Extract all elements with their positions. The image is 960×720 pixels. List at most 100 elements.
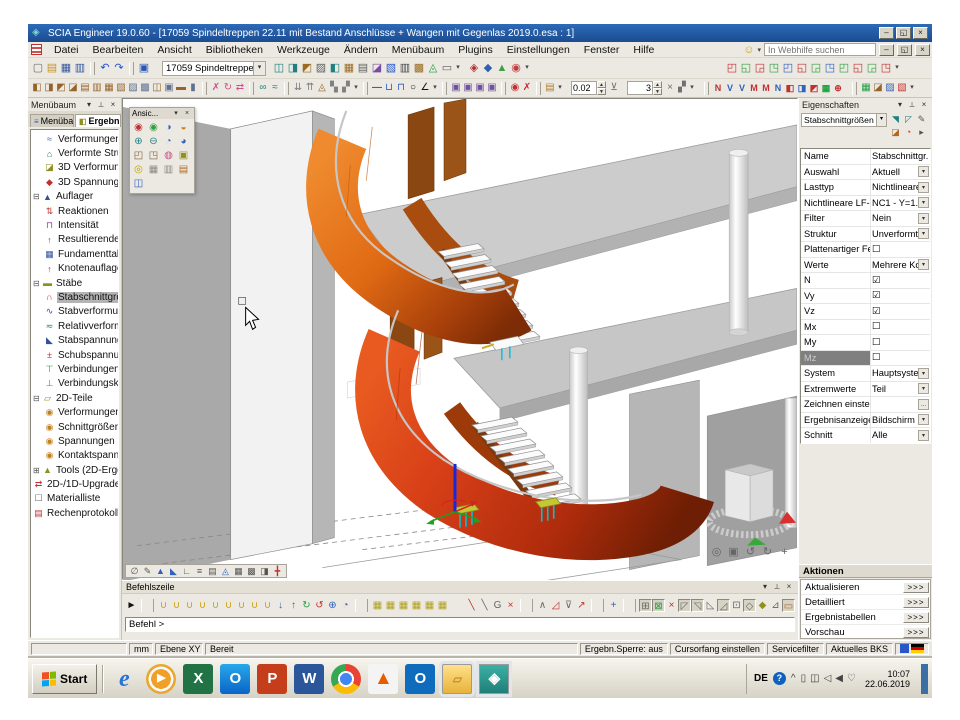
tool-icon[interactable]: — <box>371 81 383 95</box>
3d-scene[interactable] <box>123 99 797 580</box>
display-tool-icon[interactable]: ▦ <box>232 565 245 577</box>
view-tool-icon[interactable]: ⊕ <box>131 135 146 149</box>
tool-icon[interactable]: ◪ <box>370 61 384 75</box>
view-tool-icon[interactable]: ◲ <box>809 61 823 75</box>
menu-item[interactable]: Bearbeiten <box>86 43 151 57</box>
property-row[interactable]: Mz ☐ <box>801 351 930 367</box>
display-tool-icon[interactable]: ▲ <box>154 565 167 577</box>
tool-icon[interactable]: ▤ <box>544 81 556 95</box>
tool-icon[interactable]: ▾ <box>556 81 564 95</box>
property-dropdown-icon[interactable]: ▾ <box>918 228 929 239</box>
snap-tool-icon[interactable]: × <box>504 599 517 612</box>
tree-expander-icon[interactable]: ⊟ <box>33 279 42 288</box>
tool-icon[interactable]: ◫ <box>151 81 163 95</box>
3d-viewport[interactable]: Ansic... ▾× ◉◉◑◒⊕⊖◔◕◰◳◍▣◎▦▥▤◫ ∅✎▲◣∟≡▤◬▦▩… <box>122 98 798 580</box>
tool-icon[interactable]: ▮ <box>187 81 199 95</box>
property-dropdown-icon[interactable]: ▾ <box>918 414 929 425</box>
view-tool-icon[interactable]: ◍ <box>161 149 176 163</box>
display-tool-icon[interactable]: ▤ <box>206 565 219 577</box>
tree-item[interactable]: ⊓ Intensität <box>31 218 118 232</box>
tree-item[interactable]: ⊞ ▲ Tools (2D-Ergebnisse) <box>31 463 118 477</box>
zoom-icon[interactable]: ◎ <box>710 545 723 559</box>
display-tool-icon[interactable]: ✎ <box>141 565 154 577</box>
property-tool-icon[interactable]: ◪ <box>889 126 902 139</box>
display-tool-icon[interactable]: ∟ <box>180 565 193 577</box>
scia-engineer-icon[interactable]: ◈ <box>479 664 509 694</box>
display-tool-icon[interactable]: ∅ <box>128 565 141 577</box>
feedback-smiley-icon[interactable]: ☺ <box>743 44 754 56</box>
snap-tool-icon[interactable]: ▭ <box>782 599 795 612</box>
result-tool-icon[interactable]: V <box>724 81 736 95</box>
tree-item[interactable]: ± Schubspannung <box>31 348 118 362</box>
property-row[interactable]: Nichtlineare LF-Kombina... NC1 - Y=1.0 ▾ <box>801 196 930 212</box>
rotate-left-icon[interactable]: ↺ <box>744 545 757 559</box>
property-dropdown-icon[interactable]: ... <box>918 399 929 410</box>
property-value[interactable]: Nichtlineare L. <box>872 182 918 192</box>
tool-icon[interactable]: ✗ <box>521 81 533 95</box>
property-value[interactable]: Nein <box>872 213 918 223</box>
property-value[interactable]: ☐ <box>872 244 929 255</box>
status-current-ucs[interactable]: Aktuelles BKS <box>826 643 893 655</box>
property-row[interactable]: Vz ☑ <box>801 304 930 320</box>
view-toolbar-menu-icon[interactable]: ▾ <box>171 109 181 119</box>
view-toolbar-close-icon[interactable]: × <box>182 109 192 119</box>
tool-icon[interactable]: ◨ <box>43 81 55 95</box>
command-tool-icon[interactable]: ↻ <box>300 599 313 612</box>
view-tool-icon[interactable]: ▥ <box>161 163 176 177</box>
property-value[interactable]: ☐ <box>872 337 929 348</box>
tool-icon[interactable]: ▩ <box>412 61 426 75</box>
tool-icon[interactable]: ▥ <box>91 81 103 95</box>
command-tool-icon[interactable]: ∪ <box>157 599 170 612</box>
property-dropdown-icon[interactable]: ▾ <box>918 197 929 208</box>
language-indicator[interactable]: DE <box>754 673 768 684</box>
result-tool-icon[interactable]: N <box>712 81 724 95</box>
view-tool-icon[interactable]: ◱ <box>851 61 865 75</box>
tool-icon[interactable]: ∞ <box>257 81 269 95</box>
tree-item[interactable]: ⊤ Verbindungen <box>31 362 118 376</box>
tool-icon[interactable]: ◉ <box>509 61 523 75</box>
command-tool-icon[interactable]: ◔ <box>339 599 352 612</box>
property-dropdown-icon[interactable]: ▾ <box>918 430 929 441</box>
tray-health-icon[interactable]: ♡ <box>847 673 856 684</box>
command-tool-icon[interactable]: ▦ <box>436 599 449 612</box>
command-tool-icon[interactable]: ▦ <box>423 599 436 612</box>
pan-icon[interactable]: + <box>778 545 791 559</box>
property-value[interactable]: Unverformt <box>872 229 918 239</box>
result-tool-icon[interactable]: M <box>760 81 772 95</box>
view-tool-icon[interactable]: ◉ <box>146 121 161 135</box>
action-row[interactable]: Ergebnistabellen >>> <box>801 610 930 625</box>
view-tool-icon[interactable]: ◉ <box>131 121 146 135</box>
panel-pin-icon[interactable]: ┬ <box>772 582 782 592</box>
action-execute-button[interactable]: >>> <box>903 612 929 623</box>
rotate-right-icon[interactable]: ↻ <box>761 545 774 559</box>
tool-icon[interactable]: ▲ <box>495 61 509 75</box>
view-tool-icon[interactable]: ◱ <box>739 61 753 75</box>
result-tool-icon[interactable]: V <box>736 81 748 95</box>
tool-icon[interactable]: ▦ <box>103 81 115 95</box>
property-row[interactable]: Name Stabschnittgr... <box>801 149 930 165</box>
property-tool-icon[interactable]: ◸ <box>902 113 915 126</box>
menu-item[interactable]: Ändern <box>337 43 385 57</box>
snap-tool-icon[interactable] <box>623 599 636 612</box>
tool-icon[interactable]: ▨ <box>314 61 328 75</box>
menu-item[interactable]: Hilfe <box>626 43 661 57</box>
menu-item[interactable]: Menübaum <box>385 43 452 57</box>
view-cube-icon[interactable]: ▣ <box>727 545 740 559</box>
tool-icon[interactable]: ▞ <box>676 81 688 95</box>
view-tool-icon[interactable]: ◲ <box>865 61 879 75</box>
view-tool-icon[interactable]: ▾ <box>893 61 901 75</box>
tool-icon[interactable]: ▣ <box>462 81 474 95</box>
help-icon[interactable]: ? <box>773 672 786 685</box>
view-tool-icon[interactable]: ▦ <box>146 163 161 177</box>
property-dropdown-icon[interactable]: ▾ <box>918 213 929 224</box>
tool-icon[interactable]: ≈ <box>269 81 281 95</box>
tool-icon[interactable] <box>363 82 368 95</box>
property-value[interactable]: Alle <box>872 430 918 440</box>
result-display-toolbar[interactable]: ∅✎▲◣∟≡▤◬▦▩◨╋ <box>125 564 287 578</box>
tree-item[interactable]: ⊟ ▲ Auflager <box>31 190 118 204</box>
powerpoint-icon[interactable]: P <box>257 664 287 694</box>
panel-close-icon[interactable]: × <box>108 100 118 110</box>
menu-item[interactable]: Fenster <box>577 43 627 57</box>
property-value[interactable]: ☑ <box>872 275 929 286</box>
tree-item[interactable]: ∿ Stabverformungen <box>31 305 118 319</box>
